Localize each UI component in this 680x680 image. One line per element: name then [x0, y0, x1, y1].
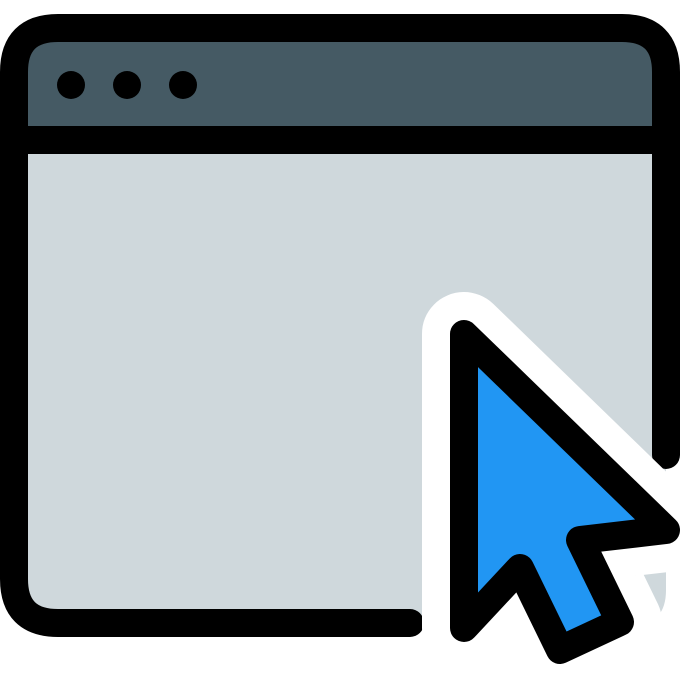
window-title-bar [14, 28, 666, 140]
browser-cursor-illustration [0, 0, 680, 680]
window-dot-3 [169, 71, 197, 99]
window-dot-1 [57, 71, 85, 99]
window-dot-2 [113, 71, 141, 99]
browser-window-icon [0, 14, 680, 680]
